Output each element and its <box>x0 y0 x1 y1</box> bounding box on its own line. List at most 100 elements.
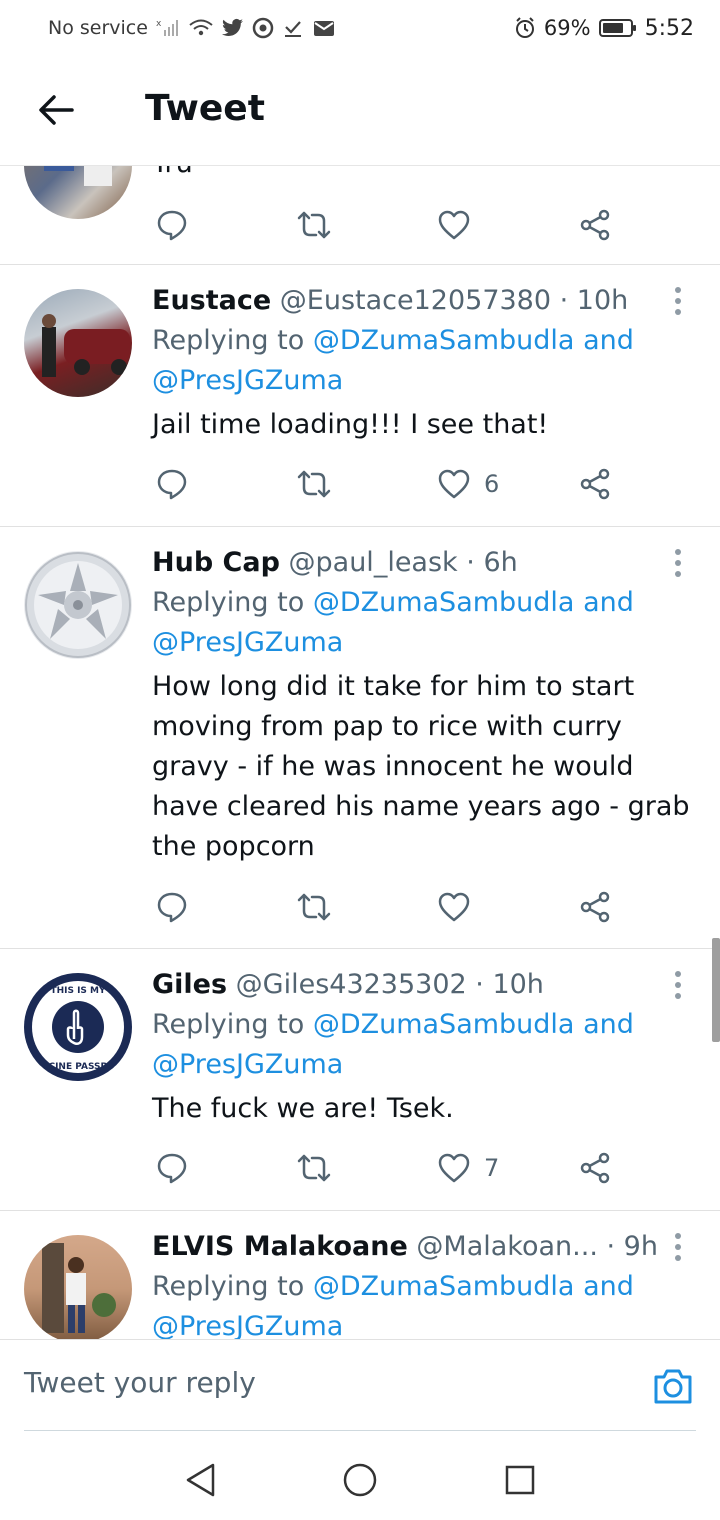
avatar[interactable]: THIS IS MY VACCINE PASSPORT <box>24 973 132 1081</box>
reply-icon[interactable] <box>156 1146 188 1190</box>
handle[interactable]: @Eustace12057380 <box>280 285 551 316</box>
tweet-item[interactable]: Eustace @Eustace12057380 · 10h Replying … <box>0 265 720 527</box>
avatar-text-bottom: VACCINE PASSPORT <box>29 1062 129 1072</box>
like-button[interactable]: 7 <box>438 1146 499 1190</box>
tweet-header: Eustace @Eustace12057380 · 10h <box>152 281 696 321</box>
avatar[interactable] <box>24 166 132 219</box>
replying-to: Replying to @DZumaSambudla and @PresJGZu… <box>152 1267 696 1339</box>
tweet-item[interactable]: Hub Cap @paul_leask · 6h Replying to @DZ… <box>0 527 720 949</box>
share-icon[interactable] <box>579 203 611 247</box>
more-options-icon[interactable] <box>660 965 696 1005</box>
replying-prefix: Replying to <box>152 1009 313 1040</box>
mention-link[interactable]: @PresJGZuma <box>152 365 343 396</box>
mail-icon <box>312 18 336 38</box>
nav-recents-icon[interactable] <box>500 1460 540 1500</box>
scrollbar-thumb[interactable] <box>712 938 720 1042</box>
like-count: 7 <box>484 1154 500 1182</box>
replying-prefix: Replying to <box>152 325 313 356</box>
nav-home-icon[interactable] <box>340 1460 380 1500</box>
composer-divider <box>24 1430 696 1431</box>
avatar[interactable] <box>24 289 132 397</box>
display-name[interactable]: Hub Cap <box>152 547 280 578</box>
tweet-header: Hub Cap @paul_leask · 6h <box>152 543 696 583</box>
tweet-text: The fuck we are! Tsek. <box>152 1093 454 1124</box>
replying-to: Replying to @DZumaSambudla and @PresJGZu… <box>152 583 696 663</box>
mention-link[interactable]: @DZumaSambudla <box>313 325 575 356</box>
tweet-text: Tru <box>152 166 696 184</box>
more-options-icon[interactable] <box>660 543 696 583</box>
download-done-icon <box>282 17 304 39</box>
handle[interactable]: @Malakoan... <box>416 1231 598 1262</box>
like-icon[interactable] <box>438 885 470 929</box>
camera-icon[interactable] <box>652 1366 694 1406</box>
status-left: No service x <box>48 17 336 39</box>
reply-input[interactable]: Tweet your reply <box>24 1366 256 1399</box>
replying-and[interactable]: and <box>574 1271 634 1302</box>
timestamp: · 9h <box>606 1231 658 1262</box>
handle[interactable]: @paul_leask <box>289 547 458 578</box>
mention-link[interactable]: @PresJGZuma <box>152 1049 343 1080</box>
replying-and[interactable]: and <box>574 325 634 356</box>
alarm-icon <box>514 17 536 39</box>
wifi-icon <box>188 18 214 38</box>
display-name[interactable]: Eustace <box>152 285 271 316</box>
tweet-item[interactable]: ELVIS Malakoane @Malakoan... · 9h Replyi… <box>0 1211 720 1339</box>
svg-text:x: x <box>156 19 162 29</box>
more-options-icon[interactable] <box>660 1227 696 1267</box>
tweet-item[interactable]: THIS IS MY VACCINE PASSPORT Giles @Giles… <box>0 949 720 1211</box>
reply-composer[interactable]: Tweet your reply <box>0 1339 720 1431</box>
retweet-icon[interactable] <box>297 1146 331 1190</box>
timestamp: · 6h <box>466 547 518 578</box>
share-icon[interactable] <box>579 462 611 506</box>
like-count: 6 <box>484 470 500 498</box>
timestamp: · 10h <box>559 285 629 316</box>
carrier-label: No service <box>48 17 148 39</box>
replying-and[interactable]: and <box>574 1009 634 1040</box>
share-icon[interactable] <box>579 1146 611 1190</box>
mention-link[interactable]: @PresJGZuma <box>152 627 343 658</box>
battery-icon <box>598 18 637 38</box>
reply-icon[interactable] <box>156 462 188 506</box>
nav-back-icon[interactable] <box>180 1460 220 1500</box>
mention-link[interactable]: @DZumaSambudla <box>313 1271 575 1302</box>
replying-prefix: Replying to <box>152 1271 313 1302</box>
page-title: Tweet <box>145 88 265 129</box>
system-nav-bar <box>0 1432 720 1520</box>
retweet-icon[interactable] <box>297 203 331 247</box>
like-icon <box>438 469 470 499</box>
tweet-item[interactable]: Tru <box>0 166 720 265</box>
clock: 5:52 <box>644 15 694 41</box>
battery-percent: 69% <box>543 16 591 40</box>
mention-link[interactable]: @DZumaSambudla <box>313 587 575 618</box>
more-options-icon[interactable] <box>660 281 696 321</box>
arrow-left-icon[interactable] <box>36 90 76 130</box>
tweet-actions <box>152 885 622 929</box>
avatar[interactable] <box>24 551 132 659</box>
tweet-text: How long did it take for him to start mo… <box>152 671 690 862</box>
avatar-text-top: THIS IS MY <box>50 986 106 996</box>
avatar[interactable] <box>24 1235 132 1339</box>
chrome-icon <box>252 17 274 39</box>
signal-off-icon: x <box>156 18 180 38</box>
reply-feed[interactable]: Tru Eustace @Eustace12057380 · <box>0 166 720 1339</box>
reply-icon[interactable] <box>156 885 188 929</box>
retweet-icon[interactable] <box>297 462 331 506</box>
replying-prefix: Replying to <box>152 587 313 618</box>
like-icon <box>438 1153 470 1183</box>
mention-link[interactable]: @DZumaSambudla <box>313 1009 575 1040</box>
handle[interactable]: @Giles43235302 <box>236 969 467 1000</box>
replying-to: Replying to @DZumaSambudla and @PresJGZu… <box>152 321 696 401</box>
tweet-actions: 7 <box>152 1146 622 1190</box>
share-icon[interactable] <box>579 885 611 929</box>
tweet-text: Jail time loading!!! I see that! <box>152 409 549 440</box>
mention-link[interactable]: @PresJGZuma <box>152 1311 343 1339</box>
reply-icon[interactable] <box>156 203 188 247</box>
tweet-actions: 6 <box>152 462 622 506</box>
like-icon[interactable] <box>438 203 470 247</box>
display-name[interactable]: ELVIS Malakoane <box>152 1231 408 1262</box>
retweet-icon[interactable] <box>297 885 331 929</box>
tweet-header: Giles @Giles43235302 · 10h <box>152 965 696 1005</box>
display-name[interactable]: Giles <box>152 969 227 1000</box>
like-button[interactable]: 6 <box>438 462 499 506</box>
replying-and[interactable]: and <box>574 587 634 618</box>
